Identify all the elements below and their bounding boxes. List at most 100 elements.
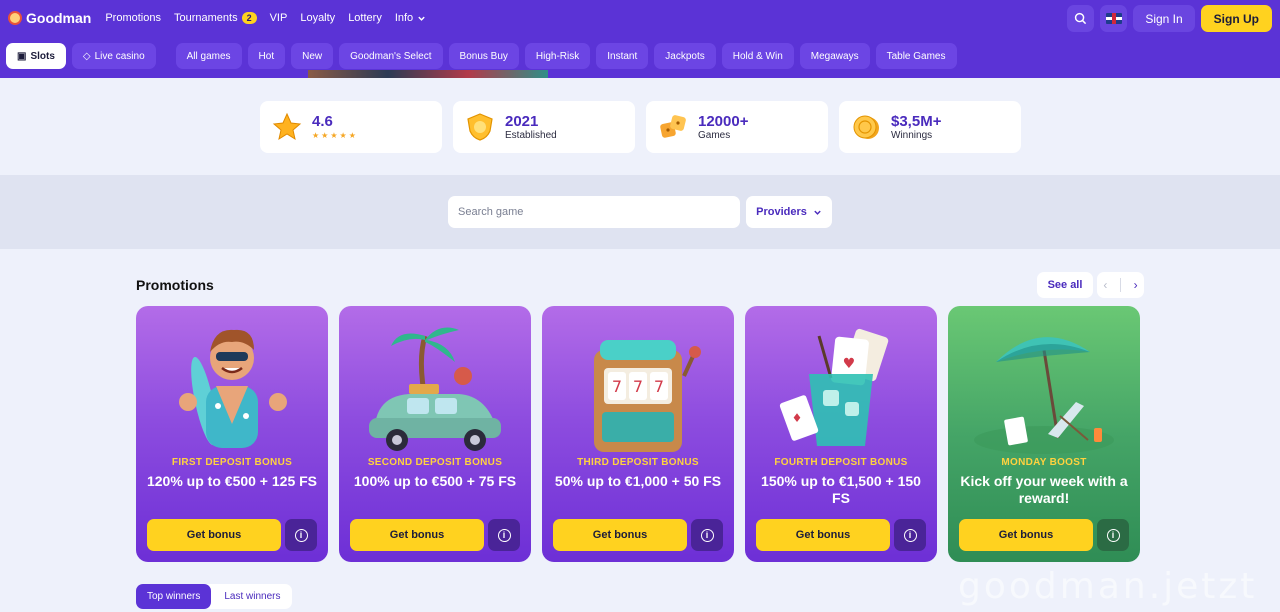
watermark: goodman.jetzt: [958, 566, 1258, 607]
get-bonus-button[interactable]: Get bonus: [756, 519, 890, 551]
nav-vip[interactable]: VIP: [270, 12, 288, 24]
carousel-arrows: ‹ ›: [1097, 272, 1144, 298]
winnings-value: $3,5M+: [891, 112, 942, 130]
category-live-casino[interactable]: ◇ Live casino: [71, 43, 156, 69]
shield-coin-icon: [465, 112, 495, 142]
star-icon: ★: [312, 131, 320, 140]
nav-promotions[interactable]: Promotions: [105, 12, 161, 24]
nav-label: Lottery: [348, 12, 382, 24]
nav-tournaments[interactable]: Tournaments 2: [174, 12, 257, 24]
svg-text:7: 7: [633, 377, 643, 396]
nav-lottery[interactable]: Lottery: [348, 12, 382, 24]
promo-card[interactable]: MONDAY BOOST Kick off your week with a r…: [948, 306, 1140, 562]
logo[interactable]: Goodman: [8, 10, 91, 26]
filter-high-risk[interactable]: High-Risk: [524, 43, 591, 69]
uk-flag-icon: [1105, 13, 1122, 24]
filter-table-games[interactable]: Table Games: [875, 43, 957, 69]
filter-megaways[interactable]: Megaways: [799, 43, 870, 69]
sign-up-button[interactable]: Sign Up: [1200, 5, 1272, 32]
dice-icon: [658, 112, 688, 142]
promo-info-button[interactable]: i: [894, 519, 926, 551]
winners-tabs: Top winners Last winners: [136, 584, 292, 609]
coin-icon: [851, 112, 881, 142]
search-button[interactable]: [1067, 5, 1095, 32]
stat-winnings: $3,5M+ Winnings: [839, 101, 1021, 153]
slot-machine-illustration: 7 7 7: [594, 340, 701, 452]
winnings-label: Winnings: [891, 129, 933, 141]
nav-label: Loyalty: [300, 12, 336, 24]
promo-kicker: MONDAY BOOST: [1001, 457, 1087, 468]
info-icon: i: [294, 528, 308, 542]
filter-hold-win[interactable]: Hold & Win: [721, 43, 794, 69]
chevron-down-icon: [418, 16, 425, 21]
info-icon: i: [700, 528, 714, 542]
filter-instant[interactable]: Instant: [596, 43, 649, 69]
promo-heading: 120% up to €500 + 125 FS: [146, 473, 318, 489]
promo-heading: Kick off your week with a reward!: [960, 473, 1128, 506]
get-bonus-button[interactable]: Get bonus: [959, 519, 1093, 551]
promo-heading: 50% up to €1,000 + 50 FS: [554, 473, 722, 489]
promotions-title: Promotions: [136, 277, 214, 293]
providers-label: Providers: [756, 206, 807, 218]
filter-bonus-buy[interactable]: Bonus Buy: [448, 43, 519, 69]
tab-last-winners[interactable]: Last winners: [213, 584, 291, 609]
category-label: Live casino: [94, 50, 145, 62]
car-palm-illustration: [369, 327, 501, 451]
chevron-right-icon[interactable]: ›: [1134, 278, 1138, 292]
tab-top-winners[interactable]: Top winners: [136, 584, 212, 609]
stats-row: 4.6 ★ ★ ★ ★ ★ 2021 Established 12000+ Ga…: [260, 101, 1021, 153]
search-game-input[interactable]: [448, 196, 740, 228]
get-bonus-button[interactable]: Get bonus: [350, 519, 484, 551]
filter-goodmans-select[interactable]: Goodman's Select: [339, 43, 443, 69]
info-icon: i: [1106, 528, 1120, 542]
filter-hot[interactable]: Hot: [247, 43, 286, 69]
filter-jackpots[interactable]: Jackpots: [654, 43, 716, 69]
search-section: Providers: [0, 175, 1280, 249]
sign-in-button[interactable]: Sign In: [1133, 5, 1195, 32]
cocktail-cards-illustration: ♥ ♦: [779, 328, 889, 446]
promo-heading: 100% up to €500 + 75 FS: [353, 473, 517, 489]
promo-kicker: SECOND DEPOSIT BONUS: [367, 457, 503, 468]
promo-card[interactable]: ♥ ♦ FOURTH DEPOSIT BONUS 150% up to €1,5…: [745, 306, 937, 562]
category-slots[interactable]: ▣ Slots: [6, 43, 66, 69]
see-all-button[interactable]: See all: [1037, 272, 1093, 298]
promo-card[interactable]: 7 7 7 THIRD DEPOSIT BONUS 50% up to €1,0…: [542, 306, 734, 562]
nav-label: Tournaments: [173, 12, 238, 24]
promo-kicker: FIRST DEPOSIT BONUS: [171, 457, 293, 468]
top-navigation: Goodman Promotions Tournaments 2 VIP Loya…: [0, 0, 1280, 36]
svg-text:7: 7: [612, 377, 622, 396]
stat-rating: 4.6 ★ ★ ★ ★ ★: [260, 101, 442, 153]
chevron-down-icon: [814, 210, 821, 215]
nav-info[interactable]: Info: [395, 12, 426, 24]
chevron-left-icon[interactable]: ‹: [1103, 278, 1107, 292]
svg-text:♥: ♥: [843, 356, 856, 372]
get-bonus-button[interactable]: Get bonus: [553, 519, 687, 551]
language-button[interactable]: [1100, 5, 1128, 32]
hero-banner-edge: [308, 70, 548, 78]
established-year: 2021: [505, 112, 539, 130]
filter-new[interactable]: New: [291, 43, 334, 69]
star-icon: [272, 112, 302, 142]
promo-info-button[interactable]: i: [488, 519, 520, 551]
get-bonus-button[interactable]: Get bonus: [147, 519, 281, 551]
promo-info-button[interactable]: i: [1097, 519, 1129, 551]
surfer-man-illustration: [179, 329, 287, 448]
filter-all-games[interactable]: All games: [175, 43, 242, 69]
promo-info-button[interactable]: i: [691, 519, 723, 551]
rating-stars: ★ ★ ★ ★ ★: [312, 132, 356, 140]
nav-label: Info: [394, 12, 414, 24]
promo-kicker: THIRD DEPOSIT BONUS: [577, 457, 699, 468]
nav-loyalty[interactable]: Loyalty: [300, 12, 335, 24]
stat-games: 12000+ Games: [646, 101, 828, 153]
established-label: Established: [505, 129, 557, 141]
providers-dropdown[interactable]: Providers: [746, 196, 832, 228]
games-count: 12000+: [698, 112, 749, 130]
promo-info-button[interactable]: i: [285, 519, 317, 551]
category-bar: ▣ Slots ◇ Live casino All games Hot New …: [6, 43, 957, 69]
search-icon: [1075, 12, 1087, 25]
nav-label: VIP: [269, 12, 288, 24]
svg-text:♦: ♦: [792, 411, 803, 425]
tournaments-count-badge: 2: [241, 12, 257, 24]
promo-card[interactable]: SECOND DEPOSIT BONUS 100% up to €500 + 7…: [339, 306, 531, 562]
promo-card[interactable]: FIRST DEPOSIT BONUS 120% up to €500 + 12…: [136, 306, 328, 562]
